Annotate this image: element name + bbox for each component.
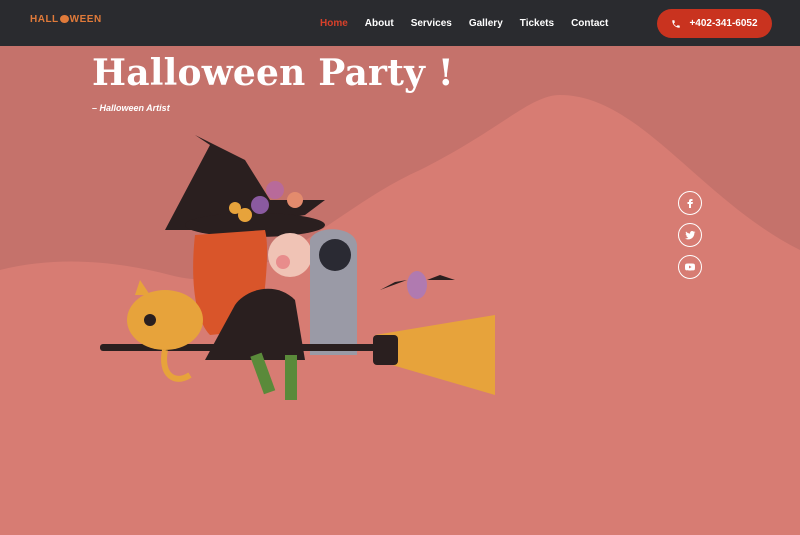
hero-title: Halloween Party !	[92, 52, 454, 94]
nav-item-about[interactable]: About	[365, 18, 394, 29]
main-nav: Home About Services Gallery Tickets Cont…	[320, 0, 608, 46]
nav-item-home[interactable]: Home	[320, 18, 348, 29]
nav-item-services[interactable]: Services	[411, 18, 452, 29]
social-links	[678, 191, 702, 279]
nav-item-tickets[interactable]: Tickets	[520, 18, 554, 29]
twitter-icon	[685, 231, 696, 240]
phone-icon	[672, 19, 681, 28]
site-logo[interactable]: HALL WEEN	[30, 14, 102, 25]
witch-on-broom-illustration	[100, 135, 495, 400]
social-twitter-button[interactable]	[678, 223, 702, 247]
social-youtube-button[interactable]	[678, 255, 702, 279]
top-navigation-bar: HALL WEEN Home About Services Gallery Tic…	[0, 0, 800, 46]
phone-number: +402-341-6052	[689, 18, 758, 29]
nav-item-contact[interactable]: Contact	[571, 18, 608, 29]
youtube-icon	[685, 263, 695, 271]
hero-subtitle: – Halloween Artist	[92, 103, 170, 113]
social-facebook-button[interactable]	[678, 191, 702, 215]
pumpkin-icon	[59, 15, 69, 23]
nav-item-gallery[interactable]: Gallery	[469, 18, 503, 29]
phone-button[interactable]: +402-341-6052	[657, 9, 772, 38]
logo-text-end: WEEN	[69, 14, 102, 25]
facebook-icon	[687, 199, 693, 208]
logo-text-start: HALL	[30, 14, 59, 25]
